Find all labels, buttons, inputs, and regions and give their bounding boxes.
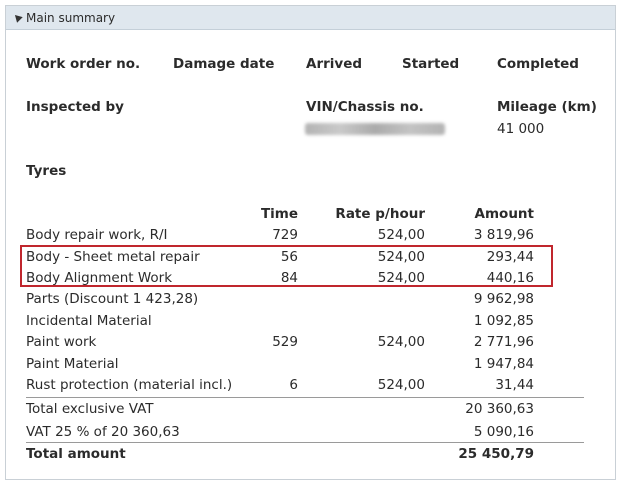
panel-title: Main summary [26,10,116,25]
column-header-amount: Amount [474,206,534,222]
row-time: 529 [272,334,298,350]
tyres-label: Tyres [26,163,67,179]
table-row: Incidental Material 1 092,85 [26,313,548,334]
inspected-by-label: Inspected by [26,99,124,115]
row-label: Incidental Material [26,313,152,329]
row-amount: 31,44 [495,377,534,393]
total-label: Total exclusive VAT [26,401,154,417]
row-amount: 3 819,96 [473,227,534,243]
vin-value-redacted [305,123,445,135]
highlight-box [20,245,553,287]
main-summary-header[interactable]: Main summary [6,6,615,30]
grand-total-row: Total amount 25 450,79 [26,446,548,467]
row-time: 729 [272,227,298,243]
row-rate: 524,00 [377,227,425,243]
arrived-label: Arrived [306,56,363,72]
column-header-rate: Rate p/hour [335,206,425,222]
row-rate: 524,00 [377,334,425,350]
started-label: Started [402,56,460,72]
column-headers: Time Rate p/hour Amount [26,206,548,227]
row-amount: 1 092,85 [473,313,534,329]
total-amount: 5 090,16 [473,424,534,440]
table-row: Parts (Discount 1 423,28) 9 962,98 [26,291,548,312]
row-label: Parts (Discount 1 423,28) [26,291,199,307]
row-amount: 1 947,84 [473,356,534,372]
table-row: Rust protection (material incl.) 6 524,0… [26,377,548,398]
row-label: Paint Material [26,356,119,372]
row-time: 6 [289,377,298,393]
grand-total-label: Total amount [26,446,126,462]
vin-label: VIN/Chassis no. [306,99,424,115]
table-row: Paint work 529 524,00 2 771,96 [26,334,548,355]
table-row: Paint Material 1 947,84 [26,356,548,377]
total-label: VAT 25 % of 20 360,63 [26,424,180,440]
total-amount: 20 360,63 [465,401,534,417]
row-label: Rust protection (material incl.) [26,377,233,393]
mileage-label: Mileage (km) [497,99,597,115]
completed-label: Completed [497,56,579,72]
grand-total-divider [26,442,584,443]
row-label: Body repair work, R/I [26,227,168,243]
row-label: Paint work [26,334,97,350]
totals-divider [26,397,584,398]
damage-date-label: Damage date [173,56,275,72]
row-amount: 2 771,96 [473,334,534,350]
mileage-value: 41 000 [497,121,545,137]
grand-total-amount: 25 450,79 [458,446,534,462]
total-row: Total exclusive VAT 20 360,63 [26,401,548,422]
row-rate: 524,00 [377,377,425,393]
work-order-label: Work order no. [26,56,141,72]
column-header-time: Time [260,206,298,222]
row-amount: 9 962,98 [473,291,534,307]
collapse-triangle-icon[interactable] [12,12,23,23]
